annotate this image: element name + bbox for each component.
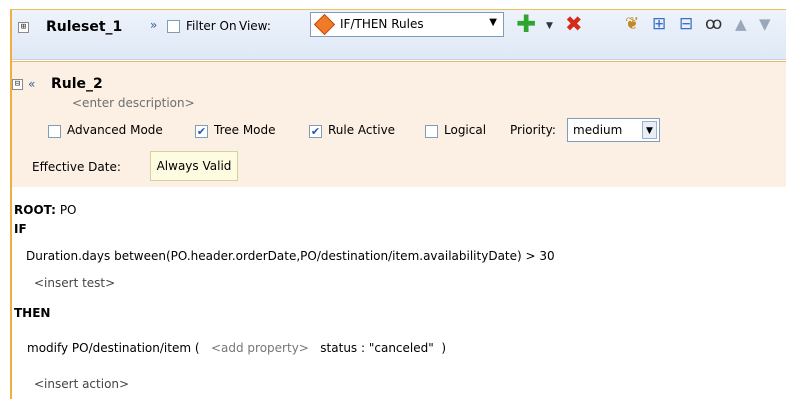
action-suffix: status : "canceled" ) bbox=[308, 341, 447, 355]
glasses-icon[interactable]: ꝏ bbox=[705, 12, 722, 36]
rule-description[interactable]: <enter description> bbox=[72, 96, 195, 110]
add-icon[interactable]: ✚ bbox=[516, 12, 536, 36]
rule-active-checkbox[interactable]: ✔ bbox=[309, 125, 322, 138]
tree-mode-checkbox[interactable]: ✔ bbox=[195, 125, 208, 138]
diamond-icon bbox=[313, 13, 336, 36]
rule-collapse-icon[interactable]: ⊟ bbox=[12, 79, 23, 90]
delete-icon[interactable]: ✖ bbox=[565, 12, 583, 36]
filter-on-checkbox[interactable] bbox=[167, 20, 180, 33]
add-dropdown-chevron-down-icon[interactable]: ▼ bbox=[546, 14, 553, 38]
chevron-down-icon[interactable]: ▼ bbox=[642, 121, 657, 139]
rule-name: Rule_2 bbox=[51, 76, 103, 92]
collapse-all-icon[interactable]: ⊟ bbox=[679, 12, 693, 36]
action-prefix: modify PO/destination/item ( bbox=[27, 341, 211, 355]
root-line: ROOT: PO bbox=[14, 203, 77, 217]
filter-on-label: Filter On bbox=[186, 19, 237, 33]
chevron-down-icon[interactable]: ▼ bbox=[489, 17, 497, 28]
tree-mode-label: Tree Mode bbox=[214, 123, 276, 137]
top-strip bbox=[0, 0, 786, 9]
ruleset-collapse-chevron-icon[interactable]: » bbox=[150, 18, 157, 32]
view-select-value: IF/THEN Rules bbox=[340, 17, 424, 31]
priority-select-value: medium bbox=[573, 123, 623, 137]
add-property-link[interactable]: <add property> bbox=[211, 341, 309, 355]
advanced-mode-checkbox[interactable] bbox=[48, 125, 61, 138]
ruleset-expand-icon[interactable]: ⊞ bbox=[18, 22, 29, 33]
advanced-mode-label: Advanced Mode bbox=[67, 123, 163, 137]
insert-action-link[interactable]: <insert action> bbox=[34, 377, 129, 391]
rule-active-label: Rule Active bbox=[328, 123, 396, 137]
priority-label: Priority: bbox=[510, 123, 556, 137]
logical-checkbox[interactable] bbox=[425, 125, 438, 138]
expand-all-icon[interactable]: ⊞ bbox=[652, 12, 666, 36]
then-label: THEN bbox=[14, 306, 51, 320]
up-icon[interactable]: ▲ bbox=[735, 12, 747, 36]
effective-date-field[interactable]: Always Valid bbox=[150, 151, 238, 181]
if-label: IF bbox=[14, 222, 27, 236]
condition-test[interactable]: Duration.days between(PO.header.orderDat… bbox=[26, 249, 555, 263]
view-select[interactable]: IF/THEN Rules ▼ bbox=[310, 12, 504, 37]
root-value: PO bbox=[59, 203, 77, 217]
priority-select[interactable]: medium ▼ bbox=[567, 118, 660, 142]
tree-icon[interactable]: ❦ bbox=[625, 12, 639, 36]
modify-action[interactable]: modify PO/destination/item ( <add proper… bbox=[27, 341, 446, 355]
root-keyword: ROOT: bbox=[14, 203, 56, 217]
rule-chevron-up-icon[interactable]: « bbox=[28, 77, 35, 91]
effective-date-label: Effective Date: bbox=[32, 160, 121, 174]
ruleset-name: Ruleset_1 bbox=[46, 19, 123, 35]
view-label: View: bbox=[239, 19, 271, 33]
logical-label: Logical bbox=[444, 123, 487, 137]
insert-test-link[interactable]: <insert test> bbox=[34, 276, 115, 290]
down-icon[interactable]: ▼ bbox=[759, 12, 771, 36]
